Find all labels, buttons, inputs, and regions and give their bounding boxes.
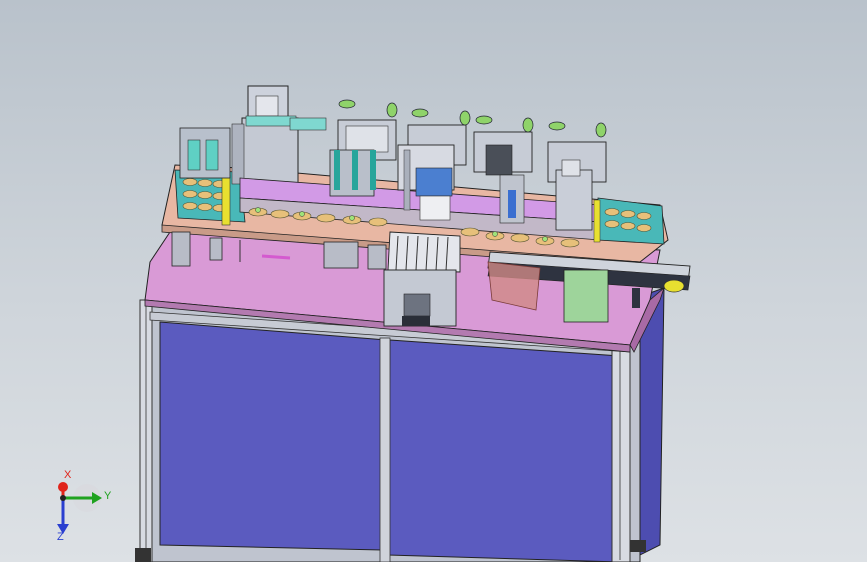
coordinate-triad: X Y Z [40, 462, 130, 547]
z-axis-label: Z [57, 531, 64, 543]
x-axis-label: X [64, 469, 72, 481]
right-tray [593, 197, 665, 245]
right-door [387, 339, 621, 562]
cad-graphics-viewport[interactable]: X Y Z [0, 0, 867, 562]
axis-triad-icon [57, 482, 102, 534]
y-axis-label: Y [104, 490, 112, 502]
assembly-model[interactable] [0, 0, 867, 562]
left-door [159, 321, 387, 551]
feeder-module [383, 231, 461, 327]
